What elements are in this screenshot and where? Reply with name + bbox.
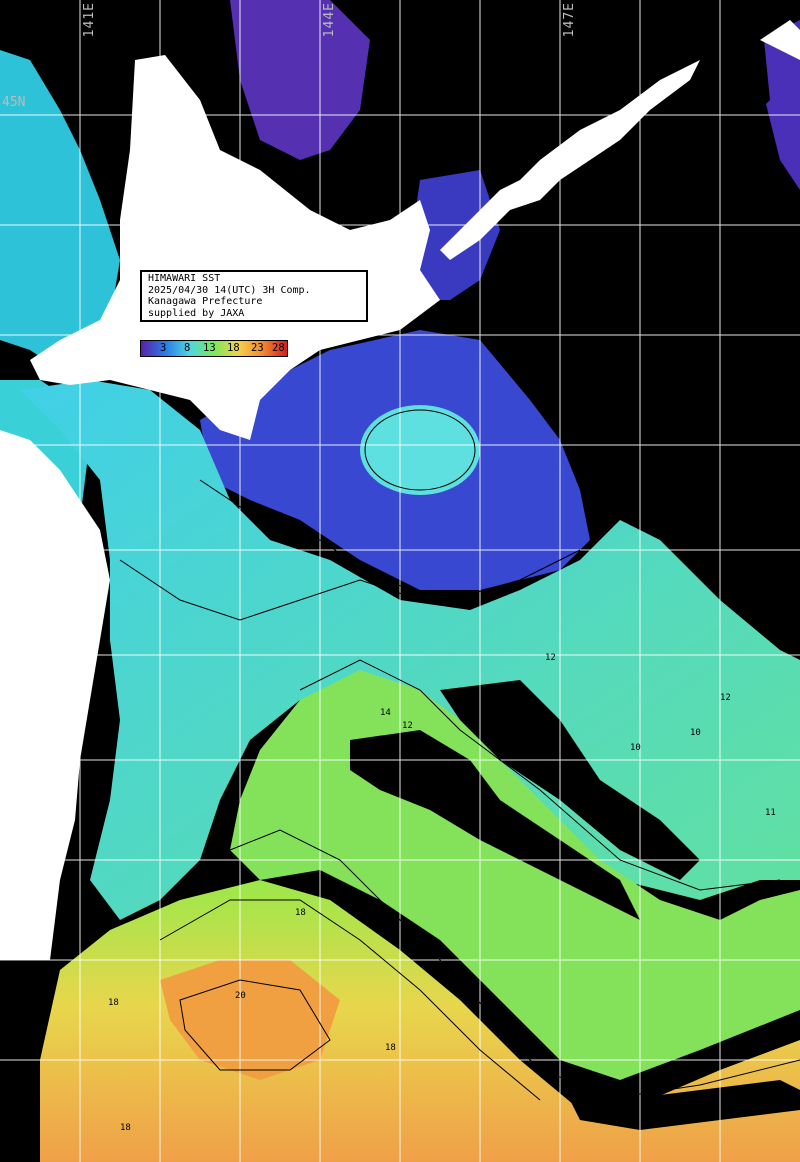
- contour-label: 18: [120, 1123, 131, 1133]
- lon-label-141e: 141E: [82, 2, 97, 38]
- info-title: HIMAWARI SST: [148, 273, 221, 284]
- contour-label: 10: [630, 743, 641, 753]
- contour-label: 12: [720, 693, 731, 703]
- contour-label: 18: [108, 998, 119, 1008]
- colorbar-tick: 18: [227, 342, 240, 354]
- colorbar-tick: 13: [203, 342, 216, 354]
- info-supplier: supplied by JAXA: [148, 307, 245, 319]
- contour-label: 12: [402, 721, 413, 731]
- contour-label: 20: [235, 991, 246, 1001]
- temperature-colorbar: 3 8 13 18 23 28: [140, 340, 288, 357]
- info-date: 2025/04/30 14(UTC) 3H Comp.: [148, 284, 311, 296]
- contour-label: 12: [545, 653, 556, 663]
- colorbar-tick: 3: [160, 342, 167, 354]
- contour-label: 18: [385, 1043, 396, 1053]
- contour-label: 10: [690, 728, 701, 738]
- sst-map: 14 12 10 10 12 11 18 18 20 18 18 18 10 1…: [0, 0, 800, 1162]
- info-prefecture: Kanagawa Prefecture: [148, 296, 263, 307]
- colorbar-tick: 23: [251, 342, 264, 354]
- contour-label: 18: [295, 908, 306, 918]
- contour-label: 11: [765, 808, 776, 818]
- contour-label: 10: [500, 683, 511, 693]
- lat-label-45n: 45N: [2, 95, 26, 110]
- lon-label-147e: 147E: [562, 2, 577, 38]
- warm-eddy: [360, 405, 480, 495]
- lon-label-144e: 144E: [322, 2, 337, 38]
- colorbar-tick: 8: [184, 342, 191, 354]
- colorbar-tick: 28: [272, 342, 285, 354]
- contour-label: 18: [540, 1071, 551, 1081]
- map-info-box: HIMAWARI SST 2025/04/30 14(UTC) 3H Comp.…: [140, 270, 368, 322]
- contour-label: 14: [380, 708, 391, 718]
